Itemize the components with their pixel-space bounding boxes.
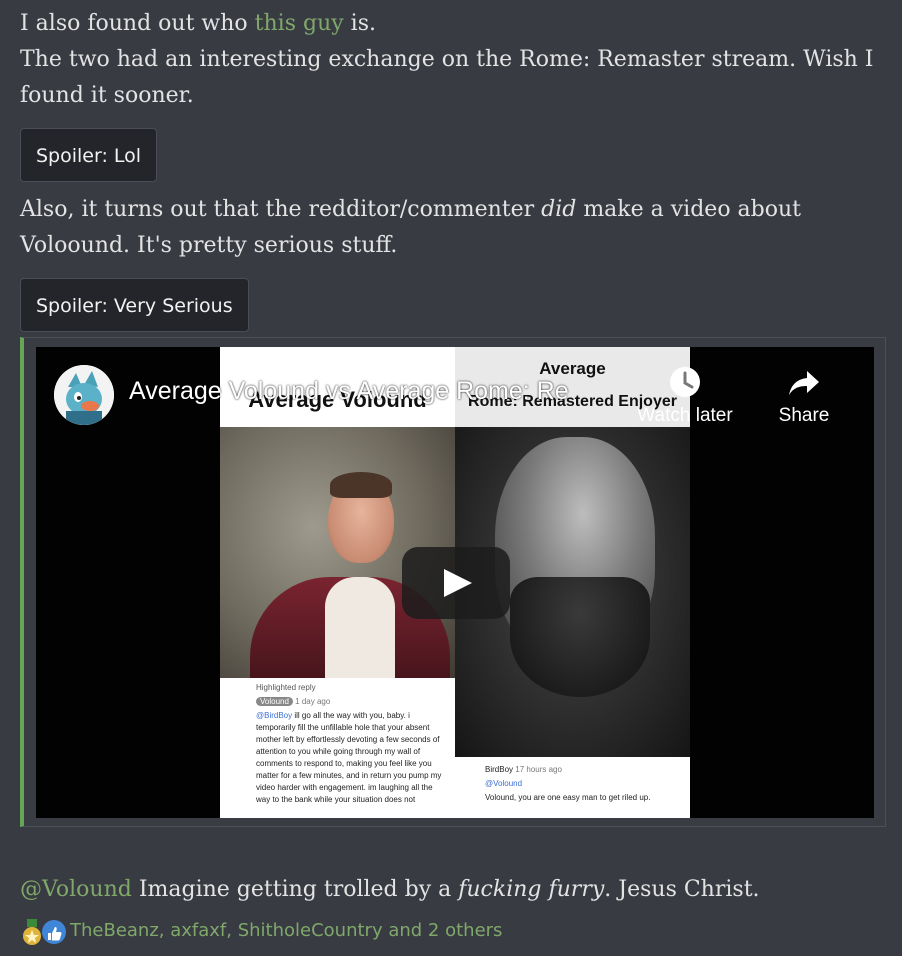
thumbnail-left-comment: Highlighted reply Volound 1 day ago @Bir… [220, 678, 455, 818]
post-text: Also, it turns out that the redditor/com… [20, 197, 542, 222]
share-button[interactable]: Share [749, 365, 859, 427]
reaction-icons[interactable] [20, 917, 68, 947]
clock-icon [670, 367, 700, 397]
reaction-badges-icon [23, 919, 66, 945]
post-closing-line: @Volound Imagine getting trolled by a fu… [20, 872, 890, 908]
this-guy-link[interactable]: this guy [255, 11, 344, 36]
thumbnail-right-comment: BirdBoy 17 hours ago @Volound Volound, y… [455, 757, 690, 818]
post-text: . Jesus Christ. [604, 877, 760, 902]
channel-avatar[interactable] [54, 365, 114, 425]
post-line-3: Also, it turns out that the redditor/com… [20, 192, 820, 264]
share-label: Share [778, 405, 830, 426]
spoiler-very-serious-button[interactable]: Spoiler: Very Serious [20, 278, 249, 332]
volound-mention-link[interactable]: @Volound [20, 877, 132, 902]
post-emphasis: fucking furry [458, 877, 605, 902]
post-text: I also found out who [20, 11, 255, 36]
furry-avatar-icon [54, 365, 114, 425]
watch-later-button[interactable]: Watch later [630, 365, 740, 427]
post-text: Imagine getting trolled by a [131, 877, 459, 902]
share-arrow-icon [789, 371, 819, 395]
watch-later-label: Watch later [637, 405, 733, 426]
post-line-2: The two had an interesting exchange on t… [20, 47, 874, 108]
video-title[interactable]: Average Volound vs Average Rome: Re [129, 377, 569, 406]
post-emphasis: did [541, 197, 577, 222]
reaction-names-link[interactable]: TheBeanz, axfaxf, ShitholeCountry and 2 … [70, 920, 502, 941]
post-text: is. [343, 11, 376, 36]
spoiler-lol-button[interactable]: Spoiler: Lol [20, 128, 158, 182]
play-button[interactable] [402, 547, 510, 619]
youtube-video-player[interactable]: Average Volound Highlighted reply Voloun… [36, 347, 874, 818]
post-line-1: I also found out who this guy is. [20, 6, 890, 42]
